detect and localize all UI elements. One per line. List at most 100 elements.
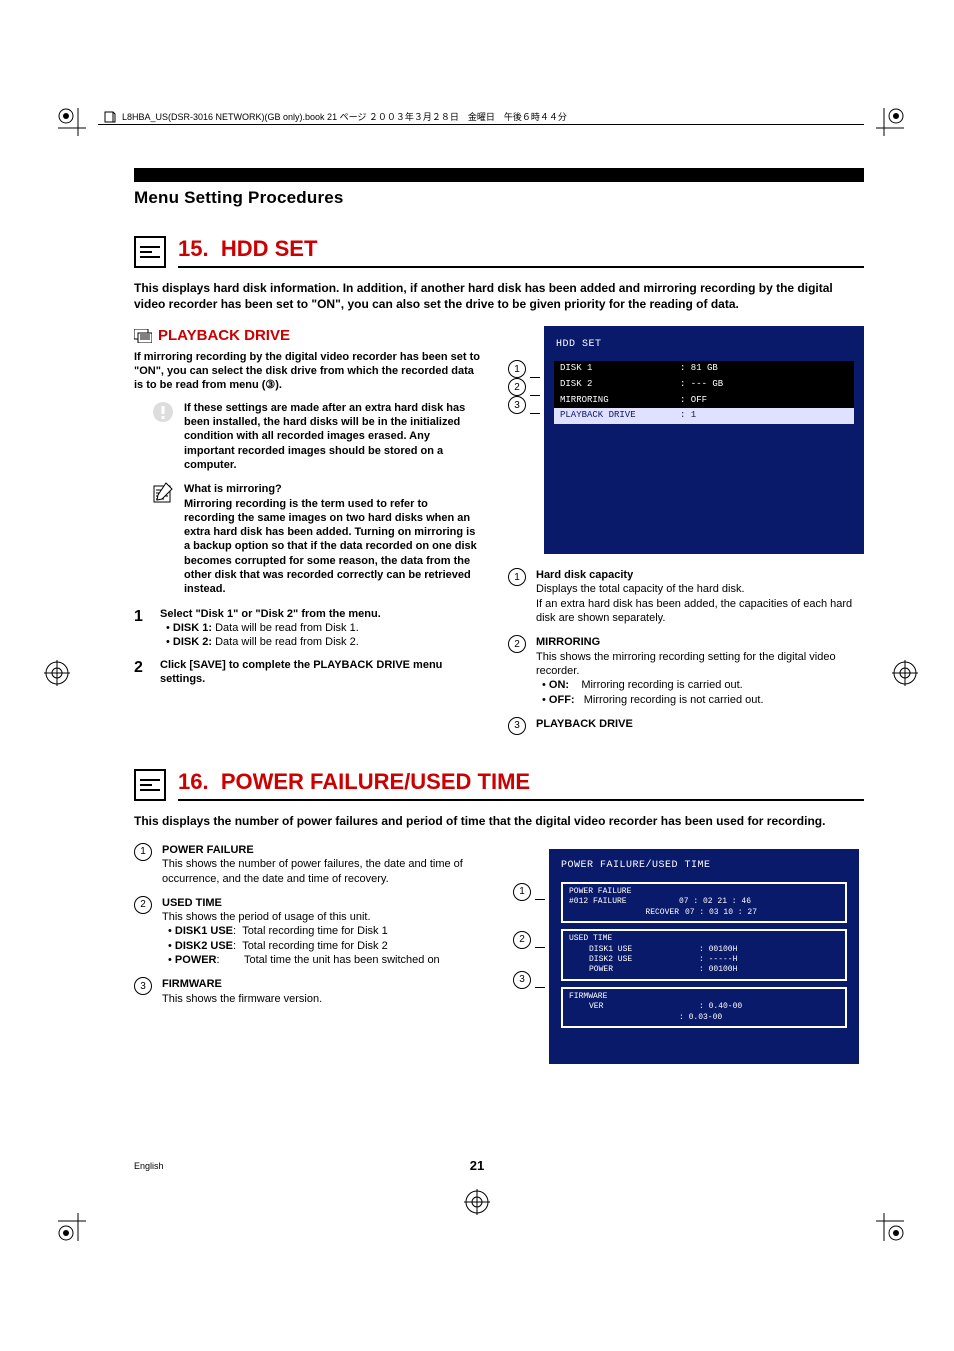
power-callouts: 1 2 3 — [513, 883, 545, 989]
pf-row-1: #012 FAILURE07 : 02 21 : 46 — [569, 897, 839, 907]
pl-def-3-body: This shows the firmware version. — [162, 992, 485, 1006]
registration-target-icon — [892, 660, 918, 686]
power-screen-title: POWER FAILURE/USED TIME — [561, 859, 847, 872]
h16-left-col: 1 POWER FAILURE This shows the number of… — [134, 843, 485, 1064]
ut-row-2: DISK2 USE: -----H — [569, 955, 839, 965]
step-1a: • DISK 1: Data will be read from Disk 1. — [166, 621, 480, 635]
fw-row-1: VER: 0.40-00 — [569, 1002, 839, 1012]
hdd-defs: 1 Hard disk capacity Displays the total … — [508, 568, 864, 735]
heading-16-num: 16. — [178, 769, 209, 794]
pl-def-2-num: 2 — [134, 896, 152, 914]
notepad-icon — [152, 482, 174, 504]
crop-mark-icon — [58, 1213, 86, 1241]
h15-body: PLAYBACK DRIVE If mirroring recording by… — [134, 326, 864, 744]
pl-def-2-body: This shows the period of usage of this u… — [162, 910, 485, 924]
def-2-a: This shows the mirroring recording setti… — [536, 650, 864, 679]
registration-target-icon — [464, 1189, 490, 1215]
step-1-body: Select "Disk 1" or "Disk 2" from the men… — [160, 607, 480, 650]
pl-def-1-body: This shows the number of power failures,… — [162, 857, 485, 886]
callout-2: 2 — [508, 378, 526, 396]
pl-def-1-num: 1 — [134, 843, 152, 861]
registration-target-icon — [44, 660, 70, 686]
crop-mark-icon — [876, 108, 904, 136]
def-2-on: • ON: Mirroring recording is carried out… — [542, 678, 864, 692]
h16-intro: This displays the number of power failur… — [134, 813, 864, 829]
h16-right-col: 1 2 3 POWER FAILURE/USED TIME POWER FAIL… — [513, 843, 864, 1064]
warning-text: If these settings are made after an extr… — [184, 401, 480, 472]
heading-15-num: 15. — [178, 236, 209, 261]
def-3-num: 3 — [508, 717, 526, 735]
def-3-title: PLAYBACK DRIVE — [536, 717, 864, 731]
playback-heading-text: PLAYBACK DRIVE — [158, 326, 290, 346]
step-num-1: 1 — [134, 607, 150, 650]
def-1-b: If an extra hard disk has been added, th… — [536, 597, 864, 626]
step-2: 2 Click [SAVE] to complete the PLAYBACK … — [134, 658, 480, 687]
pl-def-3-num: 3 — [134, 977, 152, 995]
def-3: 3 PLAYBACK DRIVE — [508, 717, 864, 735]
mirroring-note: What is mirroring? Mirroring recording i… — [152, 482, 480, 596]
book-icon — [104, 111, 116, 123]
step-1: 1 Select "Disk 1" or "Disk 2" from the m… — [134, 607, 480, 650]
callout-3: 3 — [508, 396, 526, 414]
hdd-row-disk1: DISK 1: 81 GB — [554, 361, 854, 377]
footer-lang: English — [134, 1161, 164, 1171]
hdd-row-playback: PLAYBACK DRIVE: 1 — [554, 408, 854, 424]
pl-b1: • DISK1 USE: Total recording time for Di… — [168, 924, 485, 938]
pl-def-2: 2 USED TIME This shows the period of usa… — [134, 896, 485, 967]
pl-def-1: 1 POWER FAILURE This shows the number of… — [134, 843, 485, 886]
playback-heading: PLAYBACK DRIVE — [134, 326, 480, 346]
heading-16: 16. POWER FAILURE/USED TIME — [134, 769, 864, 801]
heading-15: 15. HDD SET — [134, 236, 864, 268]
def-1-num: 1 — [508, 568, 526, 586]
mirroring-q: What is mirroring? — [184, 482, 480, 496]
ut-block: USED TIME DISK1 USE: 00100H DISK2 USE: -… — [561, 929, 847, 981]
hdd-set-screen: HDD SET DISK 1: 81 GB DISK 2: --- GB MIR… — [544, 326, 864, 554]
footer: English 21 — [0, 1158, 954, 1173]
def-2-off: • OFF: Mirroring recording is not carrie… — [542, 693, 864, 707]
step-1-text: Select "Disk 1" or "Disk 2" from the men… — [160, 607, 480, 621]
def-1-title: Hard disk capacity — [536, 568, 864, 582]
fw-block: FIRMWARE VER: 0.40-00 : 0.03-00 — [561, 987, 847, 1028]
doc-path: L8HBA_US(DSR-3016 NETWORK)(GB only).book… — [104, 110, 567, 123]
content: Menu Setting Procedures 15. HDD SET This… — [72, 168, 864, 1064]
ut-head: USED TIME — [569, 934, 839, 944]
mirroring-a: Mirroring recording is the term used to … — [184, 497, 480, 597]
pf-head: POWER FAILURE — [569, 887, 839, 897]
pl-def-2-title: USED TIME — [162, 896, 485, 910]
menu-icon — [134, 769, 166, 801]
callout-stack: 1 2 3 — [508, 360, 540, 414]
black-bar — [134, 168, 864, 182]
top-rule — [98, 124, 864, 125]
def-2-num: 2 — [508, 635, 526, 653]
hdd-screen-wrap: 1 2 3 HDD SET DISK 1: 81 GB DISK 2: --- … — [508, 326, 864, 554]
pf-block: POWER FAILURE #012 FAILURE07 : 02 21 : 4… — [561, 882, 847, 923]
h15-right-col: 1 2 3 HDD SET DISK 1: 81 GB DISK 2: --- … — [508, 326, 864, 744]
warning-note: If these settings are made after an extr… — [152, 401, 480, 472]
heading-15-title: HDD SET — [221, 236, 318, 261]
doc-path-text: L8HBA_US(DSR-3016 NETWORK)(GB only).book… — [122, 110, 567, 123]
fw-row-2: : 0.03-00 — [569, 1013, 839, 1023]
pl-def-1-title: POWER FAILURE — [162, 843, 485, 857]
power-screen-wrap: 1 2 3 POWER FAILURE/USED TIME POWER FAIL… — [513, 849, 864, 1064]
warning-icon — [152, 401, 174, 423]
h15-left-col: PLAYBACK DRIVE If mirroring recording by… — [134, 326, 480, 744]
def-2-title: MIRRORING — [536, 635, 864, 649]
pl-b2: • DISK2 USE: Total recording time for Di… — [168, 939, 485, 953]
hdd-row-mirroring: MIRRORING: OFF — [554, 393, 854, 409]
h15-intro: This displays hard disk information. In … — [134, 280, 864, 312]
ut-row-1: DISK1 USE: 00100H — [569, 945, 839, 955]
def-1: 1 Hard disk capacity Displays the total … — [508, 568, 864, 625]
p-callout-2: 2 — [513, 931, 531, 949]
footer-page: 21 — [470, 1158, 484, 1173]
step-1b: • DISK 2: Data will be read from Disk 2. — [166, 635, 480, 649]
step-2-text: Click [SAVE] to complete the PLAYBACK DR… — [160, 658, 480, 687]
heading-16-title: POWER FAILURE/USED TIME — [221, 769, 530, 794]
pl-def-3-title: FIRMWARE — [162, 977, 485, 991]
def-1-a: Displays the total capacity of the hard … — [536, 582, 864, 596]
ut-row-3: POWER: 00100H — [569, 965, 839, 975]
fw-head: FIRMWARE — [569, 992, 839, 1002]
playback-icon — [134, 329, 152, 343]
p-callout-1: 1 — [513, 883, 531, 901]
def-2: 2 MIRRORING This shows the mirroring rec… — [508, 635, 864, 706]
playback-para: If mirroring recording by the digital vi… — [134, 350, 480, 393]
